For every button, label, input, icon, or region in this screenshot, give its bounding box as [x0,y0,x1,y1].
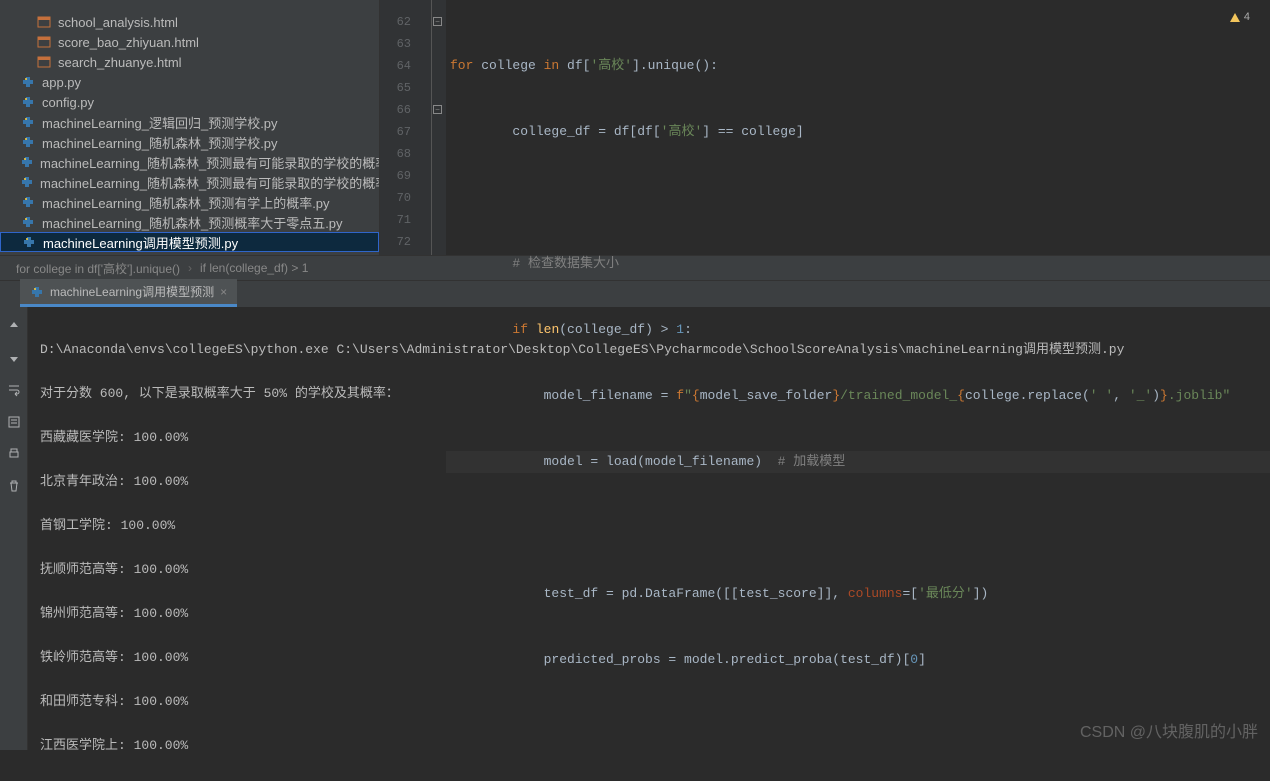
python-icon [20,214,36,230]
python-icon [30,285,44,299]
tree-item[interactable]: config.py [0,92,379,112]
tree-item[interactable]: machineLearning_随机森林_预测学校.py [0,132,379,152]
watermark: CSDN @八块腹肌的小胖 [1080,718,1258,742]
tree-item[interactable]: machineLearning_随机森林_预测有学上的概率.py [0,192,379,212]
tree-item[interactable]: score_bao_zhiyuan.html [0,32,379,52]
fold-icon[interactable]: − [433,105,442,114]
tree-item[interactable]: requirements.txt [0,252,379,255]
tree-item[interactable]: machineLearning_逻辑回归_预测学校.py [0,112,379,132]
close-icon[interactable]: × [220,285,227,299]
python-icon [20,194,36,210]
warning-count: 4 [1244,11,1250,23]
python-icon [20,94,36,110]
python-icon [20,114,36,130]
file-name: app.py [42,75,81,90]
python-icon [20,74,36,90]
file-name: machineLearning_随机森林_预测最有可能录取的学校的概率（概 [40,153,380,172]
warning-icon [1230,13,1240,22]
fold-icon[interactable]: − [433,17,442,26]
tree-item[interactable]: search_zhuanye.html [0,52,379,72]
file-name: machineLearning_随机森林_预测概率大于零点五.py [42,213,343,232]
run-toolbar [0,307,28,750]
file-name: machineLearning调用模型预测.py [43,233,238,252]
python-icon [20,174,34,190]
python-icon [20,154,34,170]
file-name: machineLearning_逻辑回归_预测学校.py [42,113,278,132]
html-icon [36,34,52,50]
scroll-icon[interactable] [5,413,23,431]
line-gutter: 6263646566676869707172 [380,0,432,255]
file-name: config.py [42,95,94,110]
breadcrumb-item[interactable]: if len(college_df) > 1 [192,261,316,275]
project-tree[interactable]: school_analysis.html score_bao_zhiyuan.h… [0,0,380,255]
python-icon [21,234,37,250]
html-icon [36,14,52,30]
file-name: machineLearning_随机森林_预测学校.py [42,133,278,152]
file-name: school_analysis.html [58,15,178,30]
tree-item[interactable]: school_analysis.html [0,12,379,32]
code-editor[interactable]: 6263646566676869707172 −− for college in… [380,0,1270,255]
breadcrumb-item[interactable]: for college in df['高校'].unique() [8,260,188,277]
code-content[interactable]: for college in df['高校'].unique(): colleg… [446,0,1270,255]
tree-item[interactable]: machineLearning_随机森林_预测概率大于零点五.py [0,212,379,232]
file-name: machineLearning_随机森林_预测有学上的概率.py [42,193,330,212]
tree-item-selected[interactable]: machineLearning调用模型预测.py [0,232,379,252]
file-name: machineLearning_随机森林_预测最有可能录取的学校的概率（概 [40,173,380,192]
inspection-badge[interactable]: 4 [1230,11,1250,23]
trash-icon[interactable] [5,477,23,495]
fold-gutter[interactable]: −− [432,0,446,255]
file-name: requirements.txt [42,255,135,256]
soft-wrap-icon[interactable] [5,381,23,399]
run-tab[interactable]: machineLearning调用模型预测 × [20,279,237,307]
python-icon [20,134,36,150]
file-name: score_bao_zhiyuan.html [58,35,199,50]
arrow-up-icon[interactable] [5,317,23,335]
tree-item[interactable]: machineLearning_随机森林_预测最有可能录取的学校的概率（概 [0,152,379,172]
html-icon [36,54,52,70]
run-tab-label: machineLearning调用模型预测 [50,283,214,300]
text-icon [20,254,36,255]
tree-item[interactable]: app.py [0,72,379,92]
arrow-down-icon[interactable] [5,349,23,367]
print-icon[interactable] [5,445,23,463]
file-name: search_zhuanye.html [58,55,182,70]
tree-item[interactable]: machineLearning_随机森林_预测最有可能录取的学校的概率（概 [0,172,379,192]
